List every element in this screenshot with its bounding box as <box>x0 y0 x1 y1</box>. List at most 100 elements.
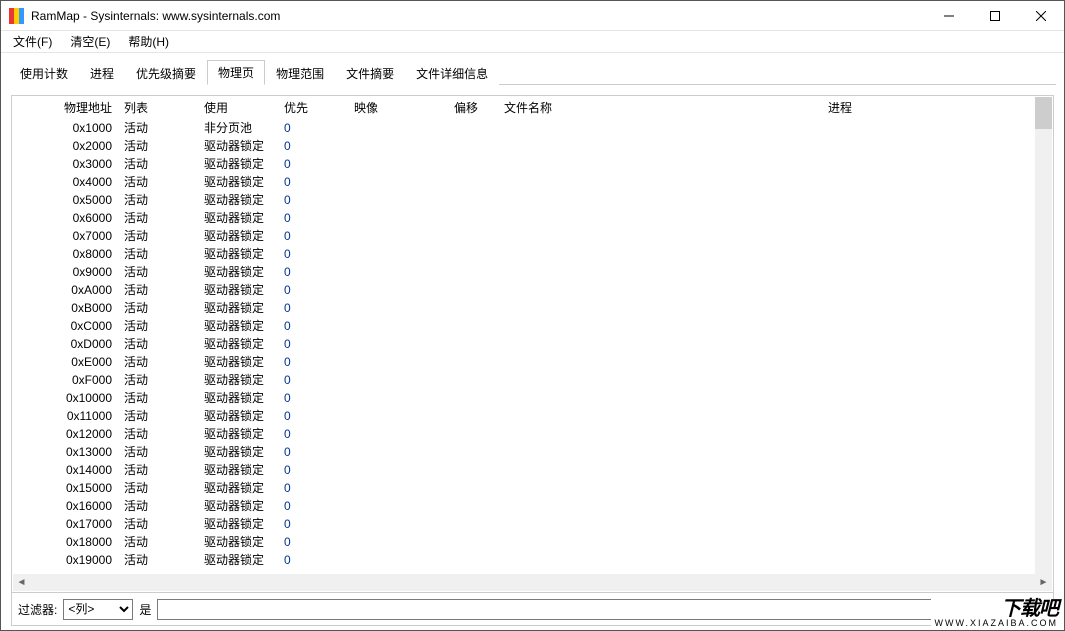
col-pri[interactable]: 优先 <box>278 99 348 117</box>
cell-list: 活动 <box>118 245 198 263</box>
scroll-left-icon[interactable]: ◄ <box>13 574 30 591</box>
tab-phys_ranges[interactable]: 物理范围 <box>265 61 335 85</box>
cell-addr: 0x5000 <box>13 191 118 209</box>
menu-help[interactable]: 帮助(H) <box>120 31 177 52</box>
cell-pri: 0 <box>278 479 348 497</box>
cell-pri: 0 <box>278 515 348 533</box>
tab-phys_pages[interactable]: 物理页 <box>207 60 265 85</box>
table-row[interactable]: 0x9000活动驱动器锁定0 <box>13 263 1052 281</box>
cell-use: 驱动器锁定 <box>198 209 278 227</box>
tab-file_details[interactable]: 文件详细信息 <box>405 61 499 85</box>
app-icon <box>9 8 25 24</box>
table-row[interactable]: 0x17000活动驱动器锁定0 <box>13 515 1052 533</box>
table-row[interactable]: 0x18000活动驱动器锁定0 <box>13 533 1052 551</box>
cell-pri: 0 <box>278 371 348 389</box>
table-row[interactable]: 0x5000活动驱动器锁定0 <box>13 191 1052 209</box>
col-off[interactable]: 偏移 <box>448 99 498 117</box>
table-row[interactable]: 0x6000活动驱动器锁定0 <box>13 209 1052 227</box>
cell-pri: 0 <box>278 461 348 479</box>
table-row[interactable]: 0x2000活动驱动器锁定0 <box>13 137 1052 155</box>
cell-use: 驱动器锁定 <box>198 353 278 371</box>
table-row[interactable]: 0x3000活动驱动器锁定0 <box>13 155 1052 173</box>
maximize-button[interactable] <box>972 1 1018 31</box>
cell-pri: 0 <box>278 299 348 317</box>
table-row[interactable]: 0x16000活动驱动器锁定0 <box>13 497 1052 515</box>
tab-file_summary[interactable]: 文件摘要 <box>335 61 405 85</box>
table-row[interactable]: 0x13000活动驱动器锁定0 <box>13 443 1052 461</box>
cell-list: 活动 <box>118 389 198 407</box>
tab-use_counts[interactable]: 使用计数 <box>9 61 79 85</box>
cell-list: 活动 <box>118 119 198 137</box>
cell-addr: 0x16000 <box>13 497 118 515</box>
cell-pri: 0 <box>278 389 348 407</box>
table-row[interactable]: 0x4000活动驱动器锁定0 <box>13 173 1052 191</box>
table-row[interactable]: 0x8000活动驱动器锁定0 <box>13 245 1052 263</box>
cell-use: 驱动器锁定 <box>198 299 278 317</box>
table-row[interactable]: 0x11000活动驱动器锁定0 <box>13 407 1052 425</box>
cell-list: 活动 <box>118 299 198 317</box>
col-img[interactable]: 映像 <box>348 99 448 117</box>
table-row[interactable]: 0x19000活动驱动器锁定0 <box>13 551 1052 569</box>
cell-addr: 0x4000 <box>13 173 118 191</box>
vertical-scrollbar[interactable] <box>1035 97 1052 574</box>
cell-pri: 0 <box>278 191 348 209</box>
cell-pri: 0 <box>278 227 348 245</box>
cell-addr: 0x9000 <box>13 263 118 281</box>
col-addr[interactable]: 物理地址 <box>13 99 118 117</box>
cell-pri: 0 <box>278 155 348 173</box>
cell-addr: 0x19000 <box>13 551 118 569</box>
tab-priority[interactable]: 优先级摘要 <box>125 61 207 85</box>
menu-file[interactable]: 文件(F) <box>5 31 60 52</box>
close-button[interactable] <box>1018 1 1064 31</box>
cell-addr: 0xA000 <box>13 281 118 299</box>
table-row[interactable]: 0xA000活动驱动器锁定0 <box>13 281 1052 299</box>
cell-list: 活动 <box>118 479 198 497</box>
table-row[interactable]: 0xC000活动驱动器锁定0 <box>13 317 1052 335</box>
filter-is-label: 是 <box>139 601 151 618</box>
cell-pri: 0 <box>278 353 348 371</box>
cell-list: 活动 <box>118 497 198 515</box>
table-row[interactable]: 0x15000活动驱动器锁定0 <box>13 479 1052 497</box>
filter-label: 过滤器: <box>18 601 57 618</box>
table-row[interactable]: 0x14000活动驱动器锁定0 <box>13 461 1052 479</box>
table-row[interactable]: 0xE000活动驱动器锁定0 <box>13 353 1052 371</box>
menubar: 文件(F) 清空(E) 帮助(H) <box>1 31 1064 53</box>
cell-use: 驱动器锁定 <box>198 191 278 209</box>
cell-pri: 0 <box>278 263 348 281</box>
filter-column-select[interactable]: <列> <box>63 599 133 620</box>
tab-processes[interactable]: 进程 <box>79 61 125 85</box>
cell-use: 驱动器锁定 <box>198 461 278 479</box>
cell-use: 驱动器锁定 <box>198 227 278 245</box>
filter-value-select[interactable] <box>157 599 1047 620</box>
cell-addr: 0x14000 <box>13 461 118 479</box>
cell-use: 非分页池 <box>198 119 278 137</box>
table-row[interactable]: 0x12000活动驱动器锁定0 <box>13 425 1052 443</box>
list-view[interactable]: 物理地址 列表 使用 优先 映像 偏移 文件名称 进程 0x1000活动非分页池… <box>13 97 1052 574</box>
cell-use: 驱动器锁定 <box>198 371 278 389</box>
cell-use: 驱动器锁定 <box>198 245 278 263</box>
cell-use: 驱动器锁定 <box>198 443 278 461</box>
cell-addr: 0x18000 <box>13 533 118 551</box>
table-row[interactable]: 0xB000活动驱动器锁定0 <box>13 299 1052 317</box>
col-file[interactable]: 文件名称 <box>498 99 822 117</box>
cell-list: 活动 <box>118 281 198 299</box>
cell-list: 活动 <box>118 263 198 281</box>
col-list[interactable]: 列表 <box>118 99 198 117</box>
col-use[interactable]: 使用 <box>198 99 278 117</box>
cell-use: 驱动器锁定 <box>198 407 278 425</box>
scroll-right-icon[interactable]: ► <box>1035 574 1052 591</box>
menu-empty[interactable]: 清空(E) <box>62 31 118 52</box>
scroll-thumb[interactable] <box>1035 97 1052 129</box>
minimize-button[interactable] <box>926 1 972 31</box>
cell-list: 活动 <box>118 533 198 551</box>
cell-addr: 0x3000 <box>13 155 118 173</box>
horizontal-scrollbar[interactable]: ◄ ► <box>13 574 1052 591</box>
table-row[interactable]: 0x7000活动驱动器锁定0 <box>13 227 1052 245</box>
table-row[interactable]: 0xF000活动驱动器锁定0 <box>13 371 1052 389</box>
cell-list: 活动 <box>118 371 198 389</box>
cell-list: 活动 <box>118 443 198 461</box>
col-proc[interactable]: 进程 <box>822 99 1052 117</box>
table-row[interactable]: 0x10000活动驱动器锁定0 <box>13 389 1052 407</box>
table-row[interactable]: 0xD000活动驱动器锁定0 <box>13 335 1052 353</box>
table-row[interactable]: 0x1000活动非分页池0 <box>13 119 1052 137</box>
